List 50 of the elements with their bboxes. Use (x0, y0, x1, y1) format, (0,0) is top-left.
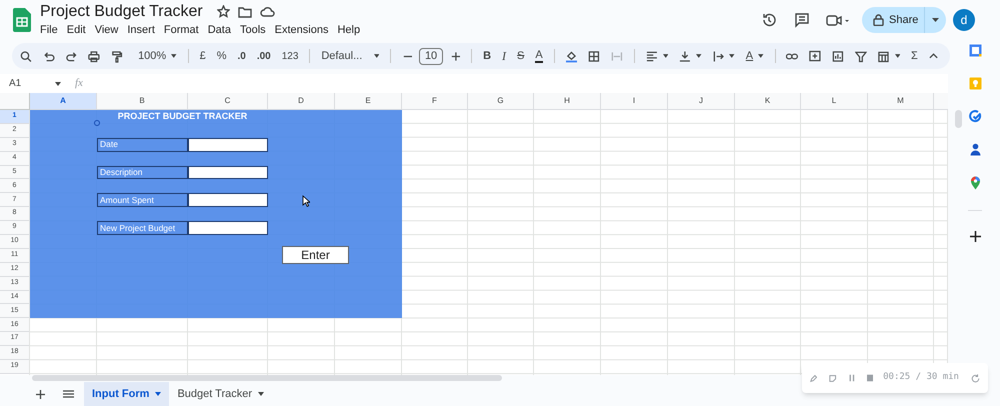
column-header[interactable]: C (188, 93, 268, 110)
column-header[interactable]: L (801, 93, 868, 110)
increase-decimal-button[interactable]: .00 (256, 48, 271, 64)
menu-item[interactable]: Help (337, 22, 360, 38)
text-color-button[interactable]: A (535, 50, 543, 62)
column-header[interactable]: F (402, 93, 468, 110)
menu-item[interactable]: File (40, 22, 58, 38)
account-avatar[interactable]: d (953, 9, 975, 31)
column-header[interactable]: D (268, 93, 335, 110)
column-header[interactable]: H (534, 93, 601, 110)
sheet-tab[interactable]: Input Form (84, 382, 170, 406)
menu-item[interactable]: Data (208, 22, 231, 38)
column-header[interactable]: G (468, 93, 534, 110)
number-format-button[interactable]: 123 (282, 48, 298, 64)
menu-item[interactable]: Extensions (274, 22, 328, 38)
sheet-tab[interactable]: Budget Tracker (169, 382, 272, 406)
menu-item[interactable]: Insert (127, 22, 155, 38)
field-label: New Project Budget (97, 221, 188, 236)
column-header[interactable]: A (30, 93, 97, 110)
font-size-field[interactable]: 10 (418, 48, 444, 64)
menu-item[interactable]: View (94, 22, 118, 38)
italic-button[interactable]: I (502, 47, 506, 65)
enter-button[interactable]: Enter (282, 246, 349, 264)
column-header[interactable]: I (601, 93, 668, 110)
function-label: fx (75, 76, 83, 92)
document-title[interactable]: Project Budget Tracker (40, 4, 203, 20)
font-dropdown[interactable]: Defaul... (321, 48, 369, 64)
strikethrough-button[interactable]: S (517, 48, 524, 64)
zoom-dropdown[interactable]: 100% (138, 48, 166, 64)
field-label: Date (97, 138, 188, 152)
decrease-decimal-button[interactable]: .0 (237, 48, 246, 64)
column-header[interactable]: E (335, 93, 402, 110)
field-label: Amount Spent (97, 193, 188, 208)
column-header[interactable]: J (668, 93, 735, 110)
share-button[interactable]: Share (862, 7, 946, 33)
text-rotation-button[interactable]: A (746, 48, 754, 64)
menu-item[interactable]: Tools (240, 22, 266, 38)
field-label: Description (97, 166, 188, 180)
percent-button[interactable]: % (216, 48, 226, 64)
currency-button[interactable]: £ (200, 48, 206, 64)
column-header[interactable]: M (868, 93, 934, 110)
column-header[interactable]: B (97, 93, 188, 110)
form-title: PROJECT BUDGET TRACKER (116, 110, 248, 124)
column-header[interactable]: K (735, 93, 801, 110)
menu-item[interactable]: Format (164, 22, 199, 38)
name-box[interactable]: A1 (9, 76, 55, 91)
functions-button[interactable]: Σ (911, 48, 918, 64)
menu-item[interactable]: Edit (66, 22, 86, 38)
bold-button[interactable]: B (483, 48, 492, 64)
recording-timer: 00:25 / 30 min (883, 371, 959, 384)
